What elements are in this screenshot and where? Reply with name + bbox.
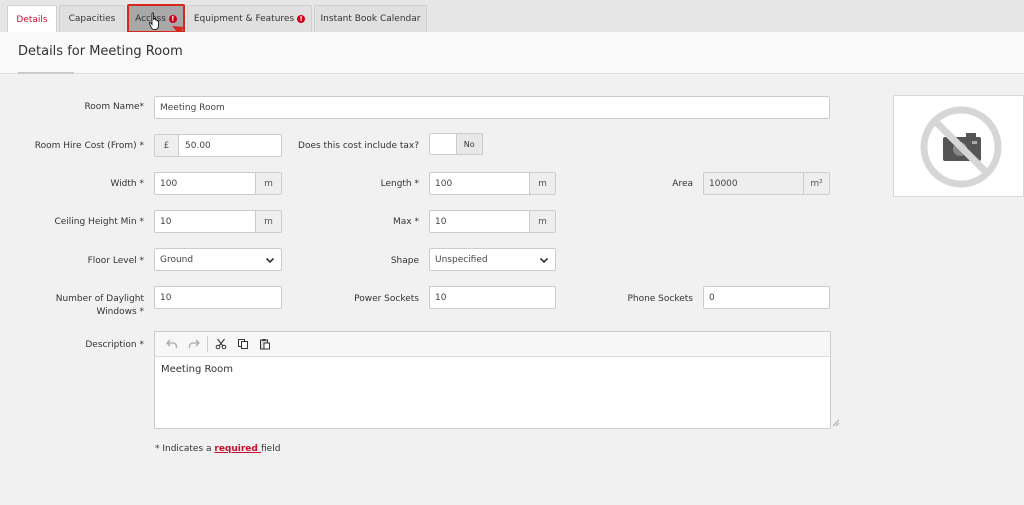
editor-content[interactable]: Meeting Room: [155, 357, 830, 382]
length-input[interactable]: 100 m: [429, 172, 556, 195]
shape-value: Unspecified: [435, 254, 488, 265]
ceiling-min-value: 10: [160, 216, 172, 227]
ceiling-min-label: Ceiling Height Min *: [54, 217, 144, 227]
tab-details[interactable]: Details: [7, 5, 57, 33]
tab-details-label: Details: [16, 14, 48, 25]
phone-sockets-label: Phone Sockets: [627, 294, 693, 304]
ceiling-max-value: 10: [435, 216, 447, 227]
ceiling-min-unit: m: [255, 211, 281, 232]
page-header: Details for Meeting Room: [0, 32, 1024, 74]
width-value: 100: [160, 178, 178, 189]
redo-icon: [188, 339, 200, 348]
ceiling-max-unit: m: [529, 211, 555, 232]
description-editor[interactable]: Meeting Room: [154, 331, 831, 429]
description-label: Description *: [85, 340, 144, 350]
copy-button[interactable]: [232, 335, 254, 353]
chevron-down-icon: [539, 257, 549, 264]
required-link[interactable]: required: [214, 444, 261, 454]
ceiling-min-input[interactable]: 10 m: [154, 210, 282, 233]
resize-handle-icon[interactable]: [832, 419, 840, 427]
alert-icon: !: [297, 15, 306, 23]
required-note: * Indicates a required field: [155, 444, 280, 454]
undo-icon: [166, 339, 178, 348]
undo-button[interactable]: [161, 335, 183, 353]
tab-calendar-label: Instant Book Calendar: [320, 14, 421, 24]
toolbar-separator: [207, 336, 208, 352]
paste-button[interactable]: [254, 335, 276, 353]
width-label: Width *: [110, 179, 144, 189]
toggle-state: No: [456, 134, 482, 154]
ceiling-max-input[interactable]: 10 m: [429, 210, 556, 233]
hire-cost-input[interactable]: £ 50.00: [154, 134, 282, 157]
length-unit: m: [529, 173, 555, 194]
area-unit: m²: [803, 173, 829, 194]
room-name-value: Meeting Room: [160, 102, 225, 113]
power-sockets-input[interactable]: 10: [429, 286, 556, 309]
phone-sockets-value: 0: [709, 292, 715, 303]
ceiling-max-label: Max *: [393, 217, 419, 227]
required-note-prefix: * Indicates a: [155, 444, 215, 454]
required-note-suffix: field: [261, 444, 281, 454]
hire-cost-value: 50.00: [185, 140, 211, 151]
copy-icon: [238, 339, 248, 349]
page-title: Details for Meeting Room: [18, 44, 183, 59]
area-label: Area: [672, 179, 693, 189]
tab-capacities[interactable]: Capacities: [59, 5, 125, 32]
room-name-label: Room Name*: [84, 102, 144, 112]
area-value: 10000: [709, 178, 738, 189]
daylight-windows-label: Number of Daylight Windows *: [20, 293, 144, 319]
floor-level-select[interactable]: Ground: [154, 248, 282, 271]
alert-icon: !: [168, 14, 177, 23]
editor-toolbar: [155, 332, 830, 357]
daylight-label-line1: Number of Daylight: [55, 294, 144, 304]
width-input[interactable]: 100 m: [154, 172, 282, 195]
tab-instant-book-calendar[interactable]: Instant Book Calendar: [314, 5, 427, 32]
title-underline: [18, 72, 74, 74]
hand-cursor-icon: [148, 12, 159, 30]
length-label: Length *: [380, 179, 419, 189]
shape-label: Shape: [390, 256, 419, 266]
paste-icon: [260, 339, 270, 350]
chevron-down-icon: [265, 257, 275, 264]
power-sockets-value: 10: [435, 292, 447, 303]
cut-button[interactable]: [210, 335, 232, 353]
daylight-windows-value: 10: [160, 292, 172, 303]
floor-level-value: Ground: [160, 254, 194, 265]
cut-icon: [215, 338, 227, 350]
length-value: 100: [435, 178, 453, 189]
tab-equipment-features[interactable]: Equipment & Features !: [187, 5, 312, 32]
no-photo-icon: [920, 106, 1002, 188]
currency-prefix: £: [155, 135, 179, 156]
tax-label: Does this cost include tax?: [298, 141, 419, 151]
area-input: 10000 m²: [703, 172, 830, 195]
tab-capacities-label: Capacities: [68, 14, 116, 24]
tax-toggle[interactable]: No: [429, 133, 483, 155]
redo-button[interactable]: [183, 335, 205, 353]
room-name-input[interactable]: Meeting Room: [154, 96, 830, 119]
phone-sockets-input[interactable]: 0: [703, 286, 830, 309]
width-unit: m: [255, 173, 281, 194]
daylight-windows-input[interactable]: 10: [154, 286, 282, 309]
floor-level-label: Floor Level *: [87, 256, 144, 266]
shape-select[interactable]: Unspecified: [429, 248, 556, 271]
toggle-knob: [430, 134, 457, 154]
daylight-label-line2: Windows *: [96, 307, 144, 317]
tab-equipment-label: Equipment & Features: [193, 14, 295, 24]
hire-cost-label: Room Hire Cost (From) *: [34, 141, 144, 151]
room-photo-placeholder[interactable]: [893, 95, 1024, 197]
power-sockets-label: Power Sockets: [354, 294, 419, 304]
